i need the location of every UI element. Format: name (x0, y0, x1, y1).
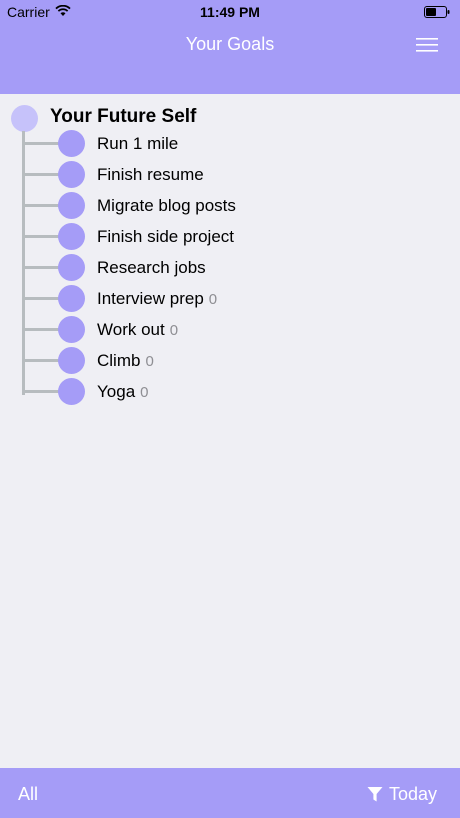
goal-row-climb[interactable]: Climb 0 (0, 346, 300, 377)
goal-text: Yoga 0 (97, 382, 149, 402)
branch-line (24, 328, 60, 331)
goal-node-circle[interactable] (58, 130, 85, 157)
goal-text: Work out 0 (97, 320, 178, 340)
goal-label: Climb (97, 351, 141, 370)
filter-funnel-icon (367, 787, 383, 802)
goal-row-finish-side-project[interactable]: Finish side project (0, 222, 300, 253)
bottom-toolbar: All Today (0, 768, 460, 818)
today-label: Today (388, 784, 437, 804)
goal-node-circle[interactable] (58, 223, 85, 250)
goal-count: 0 (140, 384, 149, 401)
hamburger-menu-icon (416, 38, 438, 52)
goal-text: Climb 0 (97, 351, 154, 371)
goal-label: Migrate blog posts (97, 196, 236, 215)
branch-line (24, 204, 60, 207)
goal-label: Work out (97, 320, 165, 339)
goal-text: Finish resume (97, 165, 209, 185)
battery-icon (424, 5, 450, 18)
goal-node-circle[interactable] (58, 192, 85, 219)
menu-button[interactable] (416, 36, 440, 54)
status-bar: Carrier 11:49 PM (0, 0, 460, 24)
branch-line (24, 173, 60, 176)
goal-text: Finish side project (97, 227, 239, 247)
goal-text: Run 1 mile (97, 134, 183, 154)
goal-count: 0 (208, 291, 218, 308)
goal-count: 0 (145, 353, 154, 370)
branch-line (24, 297, 60, 300)
branch-line (24, 235, 60, 238)
goal-text: Research jobs (97, 258, 211, 278)
goal-label: Research jobs (97, 258, 206, 277)
goal-label: Run 1 mile (97, 134, 179, 153)
goal-node-circle[interactable] (58, 347, 85, 374)
goal-row-migrate-blog-posts[interactable]: Migrate blog posts (0, 191, 300, 222)
goal-row-run-1-mile[interactable]: Run 1 mile (0, 129, 300, 160)
goal-row-interview-prep[interactable]: Interview prep 0 (0, 284, 300, 315)
goal-label: Yoga (97, 382, 136, 401)
goal-node-circle[interactable] (58, 378, 85, 405)
goal-node-circle[interactable] (58, 161, 85, 188)
all-filter-button[interactable]: All (18, 784, 38, 805)
branch-line (24, 359, 60, 362)
page-title: Your Goals (185, 34, 275, 54)
branch-line (24, 266, 60, 269)
goal-text: Interview prep 0 (97, 289, 217, 309)
goal-node-circle[interactable] (58, 254, 85, 281)
goal-label: Finish side project (97, 227, 235, 246)
root-node-circle (11, 105, 38, 132)
goal-label: Interview prep (97, 289, 204, 308)
root-goal-title[interactable]: Your Future Self (50, 106, 196, 128)
goal-node-circle[interactable] (58, 316, 85, 343)
goal-node-circle[interactable] (58, 285, 85, 312)
status-time: 11:49 PM (200, 4, 260, 20)
goal-label: Finish resume (97, 165, 204, 184)
goal-text: Migrate blog posts (97, 196, 241, 216)
goal-row-work-out[interactable]: Work out 0 (0, 315, 300, 346)
goal-row-research-jobs[interactable]: Research jobs (0, 253, 300, 284)
branch-line (24, 390, 60, 393)
goal-row-yoga[interactable]: Yoga 0 (0, 377, 300, 408)
header: Carrier 11:49 PM Your Goals (0, 0, 460, 94)
today-filter-button[interactable]: Today (367, 784, 437, 805)
goal-row-finish-resume[interactable]: Finish resume (0, 160, 300, 191)
branch-line (24, 142, 60, 145)
goal-count: 0 (169, 322, 179, 339)
